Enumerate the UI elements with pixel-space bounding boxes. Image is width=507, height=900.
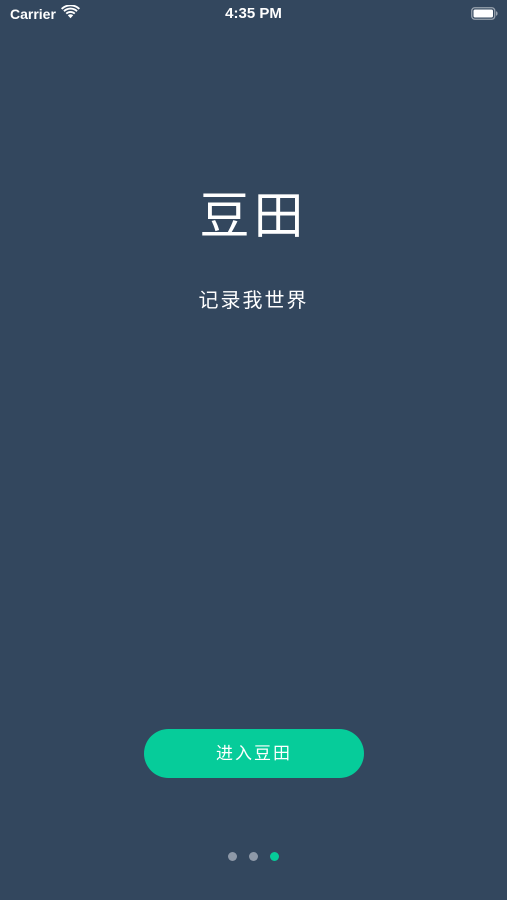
page-dot[interactable] (228, 852, 237, 861)
welcome-screen: Carrier 4:35 PM 豆田 记录我世界 进入豆田 (0, 0, 507, 900)
app-title: 豆田 (199, 187, 308, 245)
page-indicator (0, 852, 507, 862)
status-bar: Carrier 4:35 PM (0, 0, 507, 28)
page-dot-active[interactable] (270, 852, 279, 861)
battery-full-icon (471, 7, 498, 20)
status-time: 4:35 PM (225, 5, 282, 22)
page-dot[interactable] (249, 852, 258, 861)
enter-app-button[interactable]: 进入豆田 (144, 729, 364, 778)
app-slogan: 记录我世界 (198, 288, 309, 312)
